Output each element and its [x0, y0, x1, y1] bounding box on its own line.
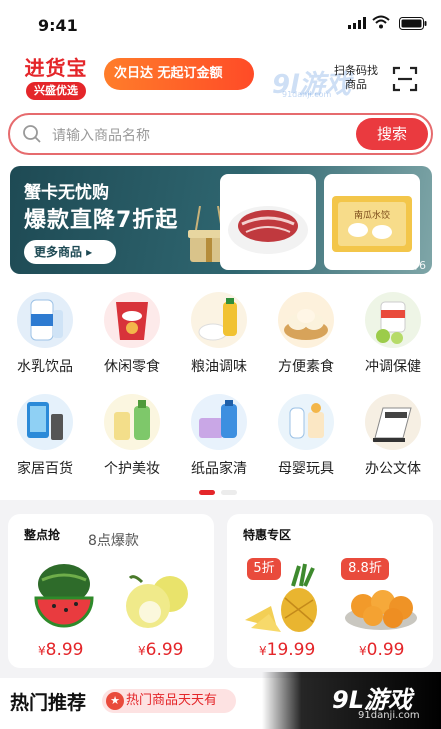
discount-badge: 5折	[247, 558, 281, 580]
hot-recommend-tag[interactable]: ★ 热门商品天天有	[102, 689, 236, 713]
meat-plate-icon	[228, 206, 308, 254]
category-label: 个护美妆	[104, 461, 160, 477]
category-item[interactable]: 休闲零食	[91, 292, 169, 384]
flash-sale-title: 整点抢	[24, 528, 61, 542]
category-label: 办公文体	[365, 461, 421, 477]
search-icon	[23, 125, 41, 143]
banner-product-dumplings[interactable]: 南瓜水饺	[324, 174, 420, 270]
status-bar: 9:41	[0, 0, 441, 44]
star-icon: ★	[106, 692, 124, 710]
supplement-jar-icon	[365, 292, 421, 348]
flash-sale-subtitle: 8点爆款	[88, 533, 139, 549]
rice-oil-icon	[191, 292, 247, 348]
special-offer-title: 特惠专区	[243, 528, 292, 542]
pear-image[interactable]	[120, 566, 198, 632]
app-header: 进货宝 兴盛优选 次日达 无起订金额 9l游戏 91danji.com 扫条码找…	[0, 44, 441, 110]
logo-title: 进货宝	[24, 56, 88, 80]
dumpling-pack-icon	[332, 196, 412, 252]
category-item[interactable]: 母婴玩具	[265, 394, 343, 486]
logo-subtitle: 兴盛优选	[26, 82, 86, 100]
category-label: 纸品家清	[191, 461, 247, 477]
product-pack-text: 南瓜水饺	[354, 211, 391, 221]
price-value: 19.99	[266, 640, 316, 660]
loquat-price: ¥0.99	[359, 640, 405, 660]
category-label: 休闲零食	[104, 359, 160, 375]
category-label: 冲调保健	[365, 359, 421, 375]
banner-title: 蟹卡无忧购	[24, 183, 109, 203]
search-button[interactable]: 搜索	[356, 118, 428, 150]
wifi-icon	[372, 15, 390, 29]
page-dot	[221, 490, 237, 495]
hot-recommend-title: 热门推荐	[10, 692, 87, 714]
category-page-indicator	[199, 490, 243, 496]
steamed-bun-icon	[278, 292, 334, 348]
special-offer-card[interactable]: 特惠专区 5折 8.8折 ¥19.99 ¥0.99	[227, 514, 433, 668]
category-label: 粮油调味	[191, 359, 247, 375]
battery-icon	[399, 17, 427, 30]
category-item[interactable]: 家居百货	[4, 394, 82, 486]
discount-badge: 8.8折	[341, 558, 389, 580]
pineapple-price: ¥19.99	[259, 640, 315, 660]
currency-symbol: ¥	[138, 644, 146, 658]
price-value: 6.99	[145, 640, 184, 660]
category-item[interactable]: 水乳饮品	[4, 292, 82, 384]
hot-tag-label: 热门商品天天有	[126, 693, 218, 708]
category-item[interactable]: 纸品家清	[178, 394, 256, 486]
category-label: 方便素食	[278, 359, 334, 375]
banner-page-indicator: 5/6	[408, 259, 426, 272]
search-input[interactable]: 请输入商品名称	[52, 125, 150, 145]
currency-symbol: ¥	[359, 644, 367, 658]
status-time: 9:41	[38, 16, 78, 35]
milk-bottle-icon	[17, 292, 73, 348]
detergent-icon	[191, 394, 247, 450]
watermelon-price: ¥8.99	[38, 640, 84, 660]
flash-sale-card[interactable]: 整点抢 8点爆款 ¥8.99 ¥6.99	[8, 514, 214, 668]
category-label: 家居百货	[17, 461, 73, 477]
scan-icon[interactable]	[392, 66, 418, 92]
watermelon-image[interactable]	[28, 558, 100, 630]
delivery-promo-badge[interactable]: 次日达 无起订金额	[104, 58, 254, 90]
more-products-button[interactable]: 更多商品 ▸	[24, 240, 116, 264]
category-label: 水乳饮品	[17, 359, 73, 375]
currency-symbol: ¥	[259, 644, 267, 658]
category-item[interactable]: 方便素食	[265, 292, 343, 384]
promo-banner[interactable]: 蟹卡无忧购 爆款直降7折起 更多商品 ▸ 南瓜水饺 5/6	[10, 166, 432, 274]
price-value: 0.99	[366, 640, 405, 660]
desk-calendar-icon	[365, 394, 421, 450]
search-bar[interactable]: 请输入商品名称 搜索	[8, 113, 433, 155]
watermark-url: 91danji.com	[282, 90, 332, 99]
currency-symbol: ¥	[38, 644, 46, 658]
watermark-overlay: 9L游戏 91danji.com	[262, 672, 441, 729]
category-label: 母婴玩具	[278, 461, 334, 477]
price-value: 8.99	[45, 640, 84, 660]
snack-bag-icon	[104, 292, 160, 348]
baby-bottle-icon	[278, 394, 334, 450]
banner-headline: 爆款直降7折起	[24, 208, 179, 233]
watermark-url: 91danji.com	[358, 710, 420, 721]
category-item[interactable]: 个护美妆	[91, 394, 169, 486]
lotion-icon	[104, 394, 160, 450]
pear-price: ¥6.99	[138, 640, 184, 660]
scan-barcode-label[interactable]: 扫条码找商品	[334, 64, 378, 92]
app-logo[interactable]: 进货宝 兴盛优选	[22, 52, 90, 102]
category-item[interactable]: 冲调保健	[352, 292, 430, 384]
banner-product-meat[interactable]	[220, 174, 316, 270]
cellular-signal-icon	[348, 17, 366, 29]
category-item[interactable]: 粮油调味	[178, 292, 256, 384]
category-item[interactable]: 办公文体	[352, 394, 430, 486]
phone-gadget-icon	[17, 394, 73, 450]
page-dot-active	[199, 490, 215, 495]
